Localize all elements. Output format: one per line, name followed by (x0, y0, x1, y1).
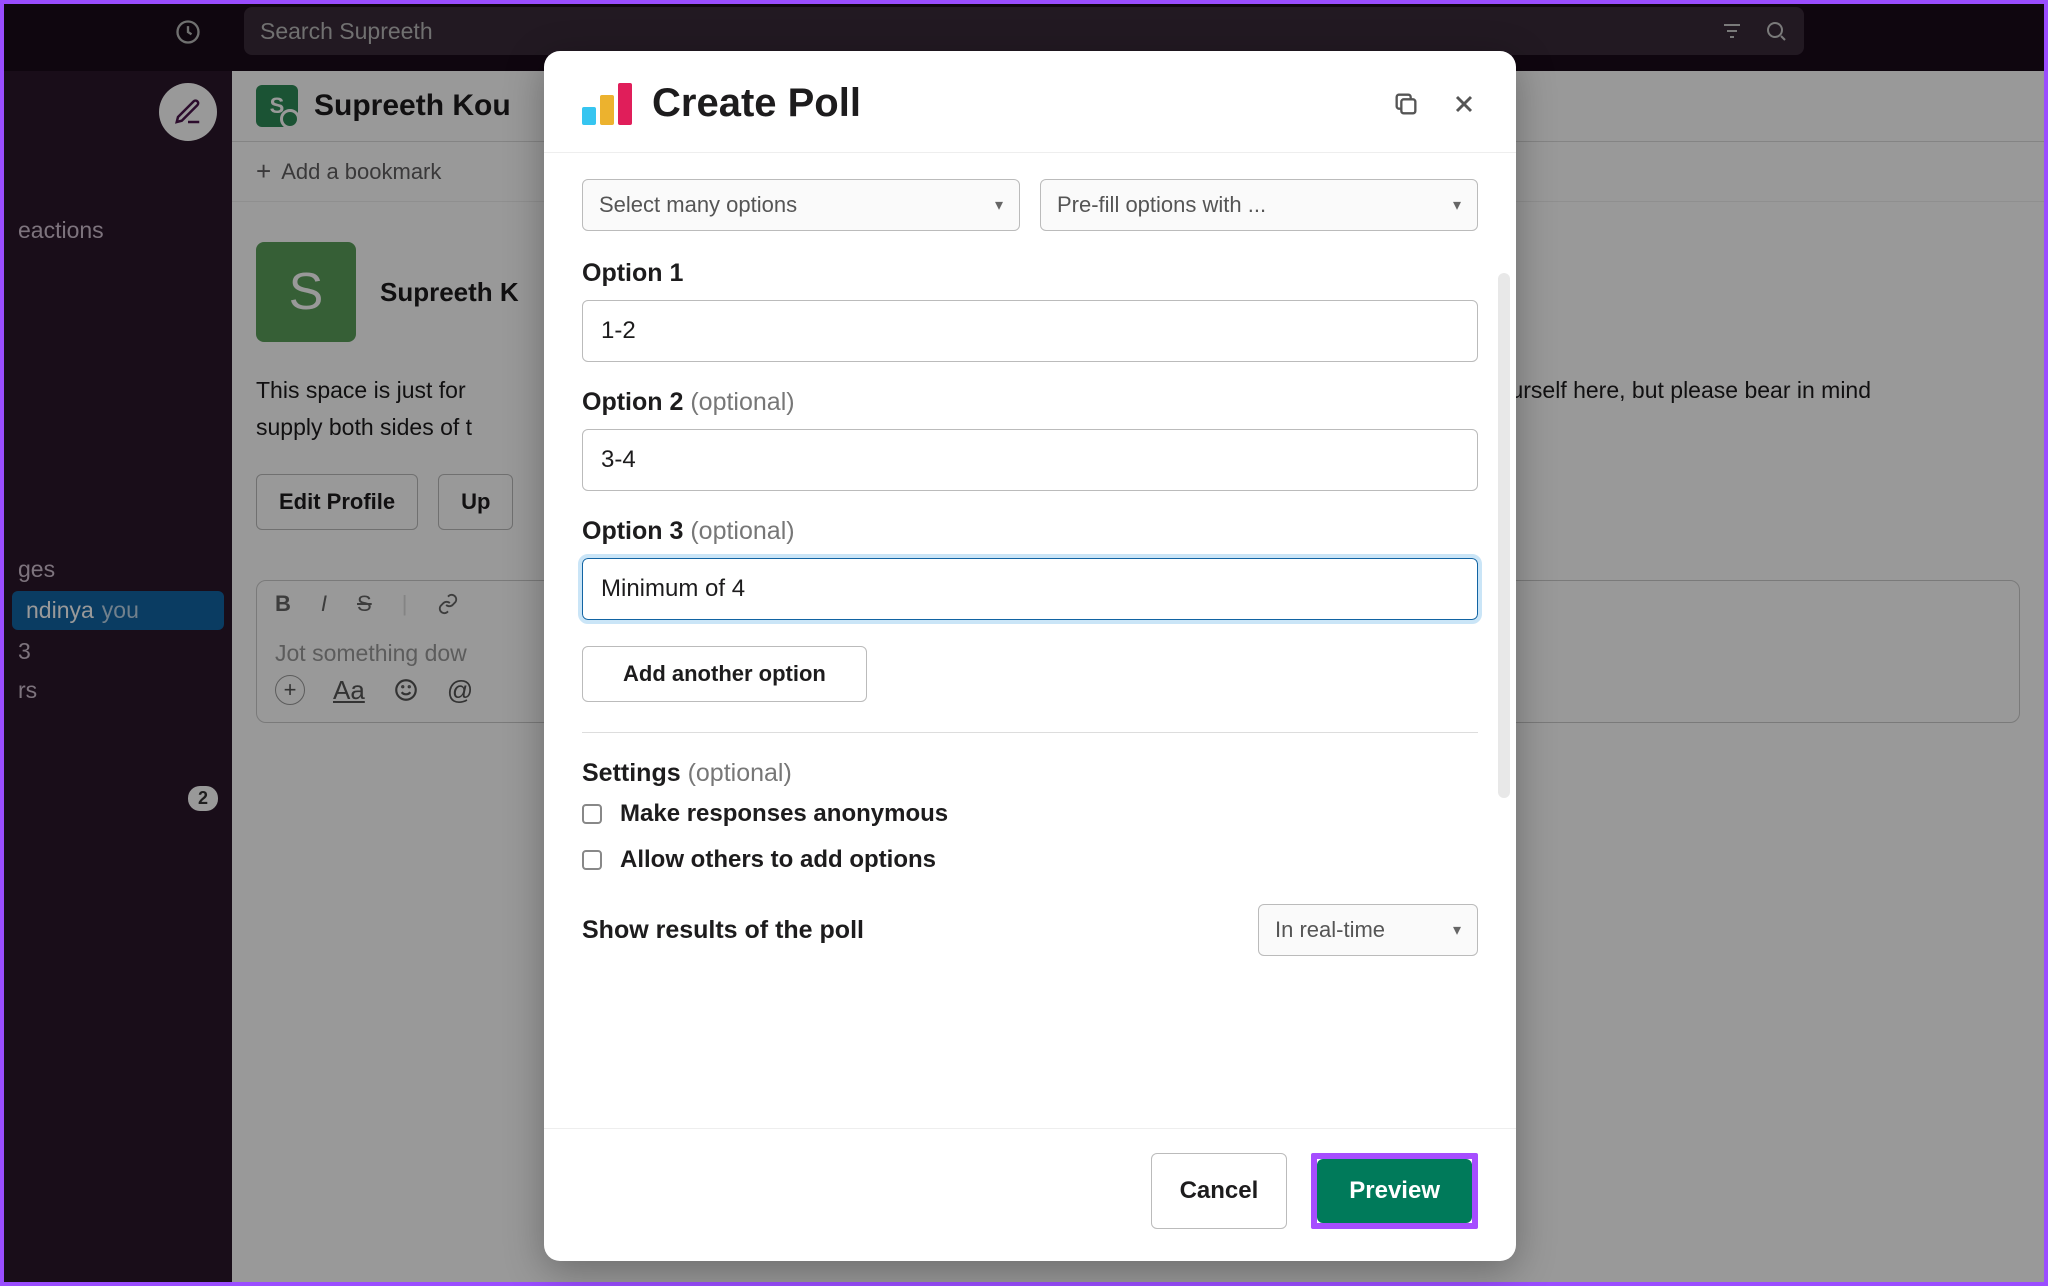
open-new-icon[interactable] (1392, 90, 1420, 118)
checkbox-icon[interactable] (582, 850, 602, 870)
preview-highlight: Preview (1311, 1153, 1478, 1229)
option1-label: Option 1 (582, 259, 1478, 288)
mention-icon[interactable]: @ (447, 675, 473, 706)
create-poll-modal: Create Poll Select many options ▾ Pre-fi… (544, 51, 1516, 1261)
format-icon[interactable]: Aa (333, 675, 365, 706)
search-bar[interactable]: Search Supreeth (244, 7, 1804, 55)
link-icon[interactable] (437, 593, 459, 615)
option3-label: Option 3 (optional) (582, 517, 1478, 546)
sidebar-item[interactable]: eactions (4, 211, 232, 250)
compose-button[interactable] (159, 83, 217, 141)
cancel-button[interactable]: Cancel (1151, 1153, 1288, 1229)
user-name: Supreeth K (380, 277, 519, 308)
option2-label: Option 2 (optional) (582, 388, 1478, 417)
modal-scrollbar[interactable] (1498, 273, 1510, 798)
add-option-button[interactable]: Add another option (582, 646, 867, 702)
channel-avatar[interactable]: S (256, 85, 298, 127)
checkbox-icon[interactable] (582, 804, 602, 824)
italic-icon[interactable]: I (321, 591, 327, 617)
user-avatar[interactable]: S (256, 242, 356, 342)
sidebar: eactions ges ndinya you 3 rs 2 (4, 71, 232, 1282)
plus-icon: + (256, 156, 271, 187)
option1-input[interactable] (582, 300, 1478, 362)
plus-icon[interactable]: + (275, 675, 305, 705)
chevron-down-icon: ▾ (1453, 195, 1461, 215)
unread-badge: 2 (188, 786, 218, 811)
option3-input[interactable] (582, 558, 1478, 620)
sidebar-badge-item[interactable]: 2 (4, 780, 232, 817)
emoji-icon[interactable] (393, 677, 419, 703)
upload-button[interactable]: Up (438, 474, 513, 530)
sidebar-item[interactable]: ges (4, 550, 232, 589)
search-placeholder: Search Supreeth (260, 18, 433, 45)
filter-icon[interactable] (1720, 19, 1744, 43)
close-icon[interactable] (1450, 90, 1478, 118)
sidebar-item[interactable]: rs (4, 671, 232, 710)
preview-button[interactable]: Preview (1317, 1159, 1472, 1223)
settings-label: Settings (optional) (582, 759, 1478, 788)
strike-icon[interactable]: S (357, 591, 372, 617)
sidebar-item-self[interactable]: ndinya you (12, 591, 224, 630)
channel-title[interactable]: Supreeth Kou (314, 89, 511, 123)
prefill-select[interactable]: Pre-fill options with ... ▾ (1040, 179, 1478, 231)
sidebar-item[interactable]: 3 (4, 632, 232, 671)
show-results-label: Show results of the poll (582, 916, 864, 945)
chevron-down-icon: ▾ (995, 195, 1003, 215)
search-icon[interactable] (1764, 19, 1788, 43)
edit-profile-button[interactable]: Edit Profile (256, 474, 418, 530)
chevron-down-icon: ▾ (1453, 920, 1461, 940)
vote-type-select[interactable]: Select many options ▾ (582, 179, 1020, 231)
history-icon[interactable] (174, 18, 202, 46)
option2-input[interactable] (582, 429, 1478, 491)
results-timing-select[interactable]: In real-time ▾ (1258, 904, 1478, 956)
poll-app-icon (582, 83, 632, 125)
others-add-checkbox-row[interactable]: Allow others to add options (582, 846, 1478, 874)
modal-title: Create Poll (652, 81, 861, 126)
anonymous-checkbox-row[interactable]: Make responses anonymous (582, 800, 1478, 828)
bold-icon[interactable]: B (275, 591, 291, 617)
